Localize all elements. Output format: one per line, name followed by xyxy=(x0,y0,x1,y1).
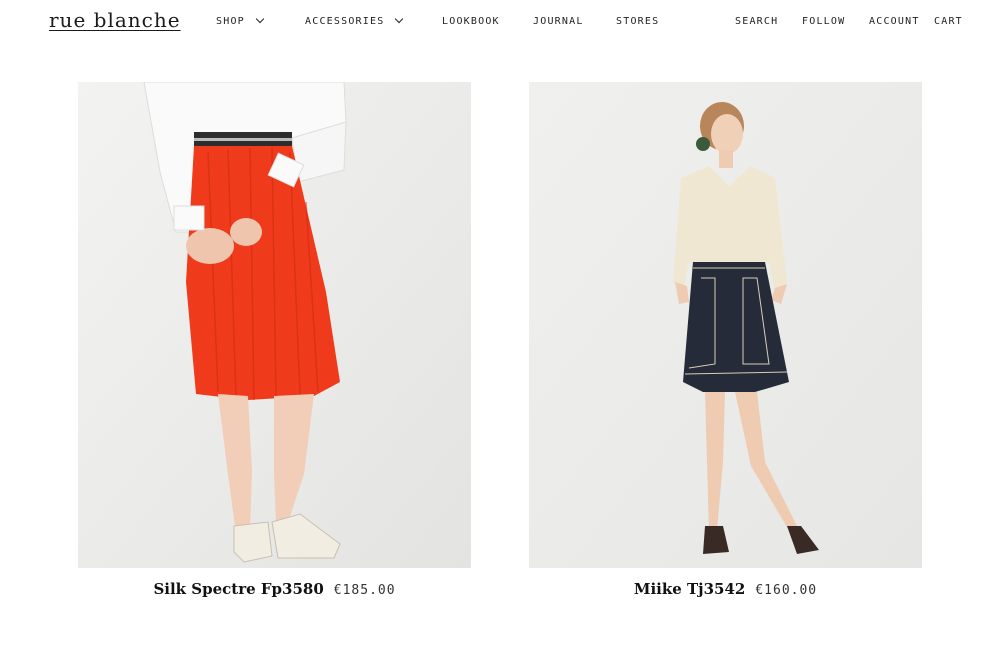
nav-follow[interactable]: FOLLOW xyxy=(802,16,845,27)
product-card xyxy=(529,82,922,568)
brand-logo[interactable]: rue blanche xyxy=(49,8,181,32)
product-name[interactable]: Silk Spectre Fp3580 xyxy=(153,580,323,598)
product-caption: Silk Spectre Fp3580 €185.00 xyxy=(78,579,471,598)
nav-shop-label: SHOP xyxy=(216,16,245,27)
model-photo-denim-skirt xyxy=(529,82,922,568)
model-photo-red-skirt xyxy=(78,82,471,568)
nav-account[interactable]: ACCOUNT xyxy=(869,16,920,27)
chevron-down-icon xyxy=(395,14,404,24)
nav-cart[interactable]: CART xyxy=(934,16,963,27)
site-header: rue blanche SHOP ACCESSORIES LOOKBOOK JO… xyxy=(0,0,1000,44)
nav-accessories[interactable]: ACCESSORIES xyxy=(305,14,404,27)
nav-accessories-label: ACCESSORIES xyxy=(305,16,385,27)
product-caption: Miike Tj3542 €160.00 xyxy=(529,579,922,598)
product-price: €185.00 xyxy=(333,583,396,598)
chevron-down-icon xyxy=(255,14,265,24)
product-image-silk-spectre[interactable] xyxy=(78,82,471,568)
product-image-miike[interactable] xyxy=(529,82,922,568)
nav-search[interactable]: SEARCH xyxy=(735,16,778,27)
nav-shop[interactable]: SHOP xyxy=(216,14,265,27)
product-card xyxy=(78,82,471,568)
nav-stores[interactable]: STORES xyxy=(616,16,659,27)
product-name[interactable]: Miike Tj3542 xyxy=(634,580,746,598)
nav-lookbook[interactable]: LOOKBOOK xyxy=(442,16,500,27)
product-price: €160.00 xyxy=(755,583,818,598)
nav-journal[interactable]: JOURNAL xyxy=(533,16,584,27)
